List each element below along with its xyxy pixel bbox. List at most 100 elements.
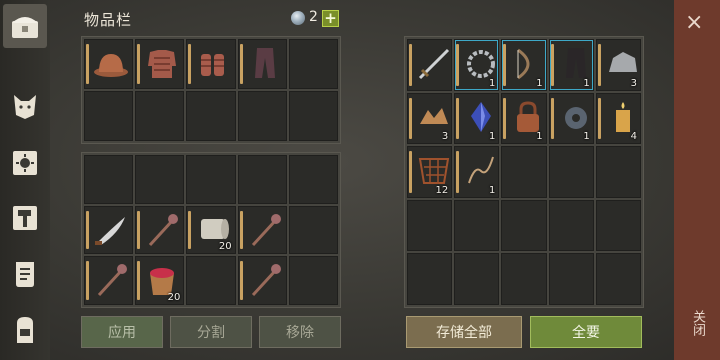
equipment-slot[interactable] — [186, 39, 236, 89]
item-quantity: 1 — [489, 184, 496, 196]
equipment-slot[interactable] — [84, 91, 134, 141]
storage-slot[interactable] — [501, 253, 547, 305]
equipment-slot[interactable] — [84, 39, 134, 89]
hammer-icon — [13, 206, 37, 230]
storage-slot[interactable] — [548, 253, 594, 305]
inventory-slot[interactable] — [237, 155, 287, 204]
storage-slot[interactable]: 1 — [501, 92, 547, 145]
add-currency-button[interactable]: + — [322, 10, 339, 27]
inventory-slot[interactable] — [237, 205, 287, 255]
equipment-grid — [81, 36, 341, 144]
chest-icon — [12, 17, 38, 38]
item-quantity: 20 — [218, 241, 232, 253]
storage-slot[interactable]: 1 — [454, 146, 500, 198]
inventory-slot[interactable] — [84, 205, 134, 255]
crystal-icon — [471, 101, 492, 132]
storage-slot[interactable]: 1 — [501, 39, 547, 91]
store-all-button[interactable]: 存储全部 — [406, 316, 522, 348]
storage-slot[interactable] — [454, 253, 500, 305]
equipment-slot[interactable] — [237, 39, 287, 89]
storage-slot[interactable]: 12 — [407, 146, 453, 198]
equipment-slot[interactable] — [135, 39, 185, 89]
inventory-slot[interactable] — [135, 155, 185, 204]
storage-slot[interactable] — [454, 199, 500, 252]
category-tabs — [0, 0, 50, 360]
mace-icon — [149, 213, 179, 246]
item-quantity: 12 — [435, 184, 449, 196]
inventory-slot[interactable] — [237, 256, 287, 305]
gem-icon — [291, 11, 305, 25]
dark-pants-icon — [565, 48, 586, 78]
item-quantity: 20 — [167, 292, 181, 303]
item-quantity: 3 — [441, 131, 449, 143]
inventory-slot[interactable] — [135, 205, 185, 255]
equipment-slot[interactable] — [288, 39, 338, 89]
tab-quests[interactable] — [3, 252, 47, 296]
page-title: 物品栏 — [84, 11, 133, 29]
storage-slot[interactable]: 1 — [548, 39, 594, 91]
wolf-icon — [14, 95, 36, 119]
storage-slot[interactable]: 4 — [595, 92, 641, 145]
storage-slot[interactable] — [548, 199, 594, 252]
close-panel[interactable]: × 关闭 — [674, 0, 720, 360]
item-quantity: 1 — [536, 77, 543, 89]
equipment-slot[interactable] — [237, 91, 287, 141]
equipment-slot[interactable] — [135, 91, 185, 141]
item-quantity: 1 — [583, 131, 590, 143]
inventory-slot[interactable] — [288, 256, 338, 305]
inventory-slot[interactable] — [186, 155, 236, 204]
storage-slot[interactable] — [595, 253, 641, 305]
equipment-slot[interactable] — [186, 91, 236, 141]
split-button[interactable]: 分割 — [170, 316, 252, 348]
inventory-slot[interactable] — [84, 155, 134, 204]
candle-icon — [615, 101, 630, 132]
sword-icon — [418, 48, 450, 80]
wood-chips-icon — [420, 107, 448, 124]
storage-slot[interactable] — [501, 199, 547, 252]
close-icon[interactable]: × — [685, 10, 703, 36]
inventory-slot[interactable] — [186, 256, 236, 305]
sun-book-icon — [13, 151, 37, 175]
storage-slot[interactable] — [407, 39, 453, 91]
item-quantity: 1 — [489, 131, 496, 143]
apply-button[interactable]: 应用 — [81, 316, 163, 348]
storage-slot[interactable] — [548, 146, 594, 198]
currency-count: 2 — [309, 9, 318, 25]
chest-tab[interactable] — [3, 4, 47, 48]
mace-icon — [251, 264, 281, 297]
storage-grid: 1 1 1 3 3 1 1 1 4 12 1 — [404, 36, 644, 308]
inventory-slot[interactable]: 20 — [135, 256, 185, 305]
inventory-slot[interactable] — [288, 155, 338, 204]
item-quantity: 1 — [583, 77, 590, 89]
leather-pants-icon — [254, 48, 275, 78]
recurve-bow-icon — [517, 48, 530, 80]
inventory-slot[interactable] — [288, 205, 338, 255]
storage-slot[interactable] — [407, 253, 453, 305]
scroll-icon — [16, 262, 34, 287]
storage-slot[interactable] — [595, 146, 641, 198]
leather-hat-icon — [94, 54, 128, 77]
tab-backpack[interactable] — [3, 308, 47, 352]
storage-slot[interactable]: 1 — [548, 92, 594, 145]
storage-slot[interactable]: 1 — [454, 92, 500, 145]
padlock-icon — [517, 101, 540, 132]
storage-slot[interactable]: 3 — [407, 92, 453, 145]
inventory-slot[interactable] — [84, 256, 134, 305]
stone-ore-icon — [608, 52, 637, 72]
close-label[interactable]: 关闭 — [688, 310, 707, 336]
chainmail-shirt-icon — [148, 50, 177, 78]
storage-slot[interactable] — [407, 199, 453, 252]
storage-slot[interactable]: 3 — [595, 39, 641, 91]
storage-slot[interactable] — [595, 199, 641, 252]
scimitar-icon — [95, 216, 125, 245]
take-all-button[interactable]: 全要 — [530, 316, 642, 348]
inventory-slot[interactable]: 20 — [186, 205, 236, 255]
equipment-slot[interactable] — [288, 91, 338, 141]
tab-crafting[interactable] — [3, 196, 47, 240]
tab-journal[interactable] — [3, 140, 47, 184]
item-quantity: 1 — [489, 77, 496, 89]
storage-slot[interactable] — [501, 146, 547, 198]
tab-creature[interactable] — [3, 82, 47, 126]
storage-slot[interactable]: 1 — [454, 39, 500, 91]
remove-button[interactable]: 移除 — [259, 316, 341, 348]
